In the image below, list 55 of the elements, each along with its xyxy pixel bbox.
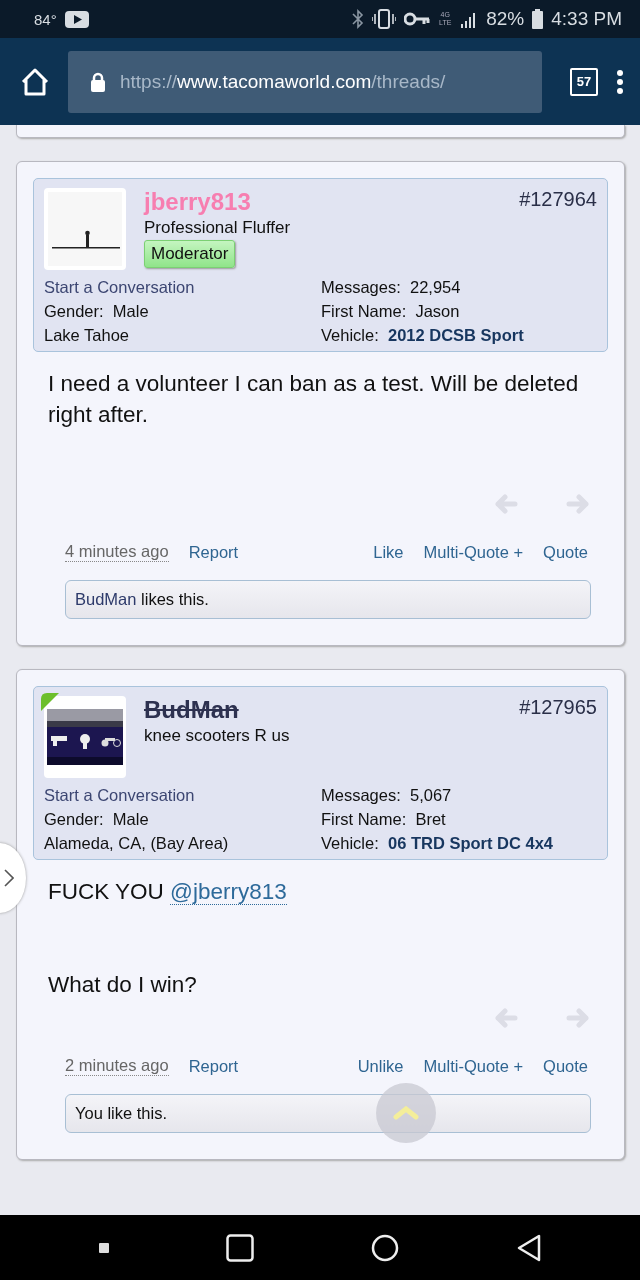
post-paragraph: I need a volunteer I can ban as a test. Will be deleted right after.: [48, 370, 580, 429]
messages-count: Messages: 5,067: [321, 786, 453, 805]
menu-icon[interactable]: [616, 68, 624, 95]
user-title: Professional Fluffer: [144, 218, 291, 238]
start-conversation-link[interactable]: Start a Conversation: [44, 278, 321, 297]
caret-up-icon: [393, 1106, 419, 1120]
bluetooth-icon: [352, 9, 365, 29]
messages-count: Messages: 22,954: [321, 278, 462, 297]
liker-link[interactable]: BudMan: [75, 590, 137, 608]
post-paragraph: FUCK YOU @jberry813: [48, 878, 288, 907]
battery-percent: 82%: [486, 8, 525, 30]
battery-icon: [532, 9, 544, 29]
vibrate-icon: [372, 9, 397, 29]
multi-quote-link[interactable]: Multi-Quote +: [423, 1056, 524, 1076]
url-text: https://www.tacomaworld.com/threads/: [120, 70, 446, 93]
vehicle-text: Vehicle: 2012 DCSB Sport: [321, 326, 525, 345]
clock: 4:33 PM: [551, 8, 622, 30]
address-bar[interactable]: https://www.tacomaworld.com/threads/: [68, 50, 542, 113]
quote-link[interactable]: Quote: [543, 1056, 588, 1076]
gender-text: Gender: Male: [44, 810, 150, 829]
role-badge: Moderator: [144, 240, 236, 268]
lock-icon: [90, 71, 106, 92]
back-icon[interactable]: [515, 1233, 542, 1262]
multi-quote-link[interactable]: Multi-Quote +: [423, 542, 524, 562]
recents-icon[interactable]: [225, 1233, 254, 1262]
likes-summary: You like this.: [65, 1094, 591, 1133]
home-button-icon[interactable]: [370, 1233, 399, 1262]
video-app-icon: [64, 10, 89, 28]
chevron-right-icon: [4, 869, 14, 887]
location-text: Lake Tahoe: [44, 326, 131, 345]
home-icon[interactable]: [20, 67, 50, 96]
first-name-text: First Name: Jason: [321, 302, 461, 321]
tab-count-button[interactable]: 57: [570, 67, 598, 96]
avatar-frame[interactable]: [44, 696, 126, 778]
report-link[interactable]: Report: [188, 1056, 239, 1076]
vehicle-text: Vehicle: 06 TRD Sport DC 4x4: [321, 834, 554, 853]
location-text: Alameda, CA, (Bay Area): [44, 834, 230, 853]
temperature: 84°: [34, 10, 57, 28]
post-paragraph: What do I win?: [48, 971, 198, 999]
like-link[interactable]: Unlike: [357, 1056, 404, 1076]
likes-summary: BudMan likes this.: [65, 580, 591, 619]
key-icon: [404, 12, 431, 26]
user-title: knee scooters R us: [144, 726, 290, 746]
post-date: 2 minutes ago: [65, 1056, 169, 1076]
username-link[interactable]: BudMan: [144, 696, 239, 724]
gender-text: Gender: Male: [44, 302, 150, 321]
report-link[interactable]: Report: [188, 542, 239, 562]
post-number-link[interactable]: #127965: [519, 696, 597, 719]
like-link[interactable]: Like: [373, 542, 404, 562]
start-conversation-link[interactable]: Start a Conversation: [44, 786, 321, 805]
post-date: 4 minutes ago: [65, 542, 169, 562]
mention-link[interactable]: @jberry813: [170, 879, 287, 905]
first-name-text: First Name: Bret: [321, 810, 447, 829]
post-number-link[interactable]: #127964: [519, 188, 597, 211]
quote-link[interactable]: Quote: [543, 542, 588, 562]
